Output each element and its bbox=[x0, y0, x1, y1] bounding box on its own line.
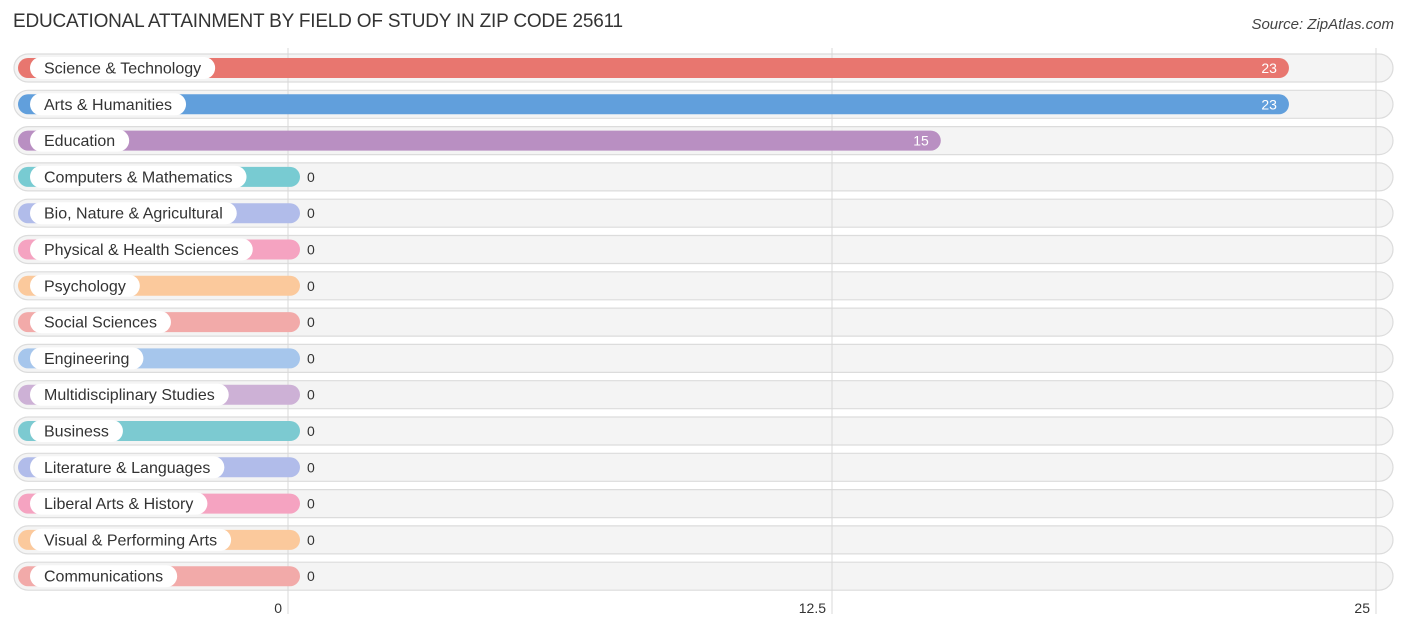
x-tick-label: 0 bbox=[274, 600, 282, 616]
value-label: 0 bbox=[307, 387, 315, 403]
bar-row: Arts & Humanities 23 bbox=[18, 93, 1289, 116]
category-label: Bio, Nature & Agricultural bbox=[44, 206, 223, 223]
value-label: 0 bbox=[307, 314, 315, 330]
bar-row: Psychology 0 bbox=[18, 274, 315, 297]
category-label: Arts & Humanities bbox=[44, 97, 172, 114]
x-axis-ticks: 0 12.5 25 bbox=[274, 600, 1370, 616]
bar-row: Multidisciplinary Studies 0 bbox=[18, 383, 315, 406]
value-label: 0 bbox=[307, 568, 315, 584]
category-label: Education bbox=[44, 133, 115, 150]
bar-row: Communications 0 bbox=[18, 565, 315, 588]
bar-row: Liberal Arts & History 0 bbox=[18, 492, 315, 515]
value-label: 0 bbox=[307, 350, 315, 366]
value-label: 23 bbox=[1261, 60, 1277, 76]
bar-row: Social Sciences 0 bbox=[18, 311, 315, 334]
bar-row: Science & Technology 23 bbox=[18, 57, 1289, 79]
category-label: Engineering bbox=[44, 351, 129, 368]
category-label: Psychology bbox=[44, 278, 126, 295]
category-label: Business bbox=[44, 424, 109, 441]
category-label: Communications bbox=[44, 569, 163, 586]
bar-row: Education 15 bbox=[18, 129, 941, 152]
bar-row: Literature & Languages 0 bbox=[18, 456, 315, 479]
bar-chart: Science & Technology 23 Arts & Humanities 2… bbox=[13, 48, 1394, 616]
bar-row: Visual & Performing Arts 0 bbox=[18, 528, 315, 551]
bar-row: Engineering 0 bbox=[18, 347, 315, 370]
value-label: 0 bbox=[307, 459, 315, 475]
x-tick-label: 25 bbox=[1354, 600, 1370, 616]
category-label: Social Sciences bbox=[44, 315, 157, 332]
value-label: 0 bbox=[307, 423, 315, 439]
bar-row: Physical & Health Sciences 0 bbox=[18, 238, 315, 261]
category-label: Physical & Health Sciences bbox=[44, 242, 239, 259]
value-label: 0 bbox=[307, 205, 315, 221]
category-label: Science & Technology bbox=[44, 61, 201, 78]
value-label: 0 bbox=[307, 532, 315, 548]
category-label: Literature & Languages bbox=[44, 460, 210, 477]
value-label: 0 bbox=[307, 496, 315, 512]
category-label: Visual & Performing Arts bbox=[44, 532, 217, 549]
value-label: 15 bbox=[913, 133, 929, 149]
value-label: 0 bbox=[307, 278, 315, 294]
category-label: Computers & Mathematics bbox=[44, 169, 233, 186]
x-tick-label: 12.5 bbox=[799, 600, 826, 616]
bar-row: Computers & Mathematics 0 bbox=[18, 165, 315, 188]
category-label: Multidisciplinary Studies bbox=[44, 387, 215, 404]
bar-row: Bio, Nature & Agricultural 0 bbox=[18, 202, 315, 225]
bar-row: Business 0 bbox=[18, 420, 315, 442]
category-label: Liberal Arts & History bbox=[44, 496, 193, 513]
bar bbox=[18, 130, 941, 151]
value-label: 0 bbox=[307, 169, 315, 185]
value-label: 23 bbox=[1261, 96, 1277, 112]
bar bbox=[18, 94, 1289, 115]
value-label: 0 bbox=[307, 242, 315, 258]
